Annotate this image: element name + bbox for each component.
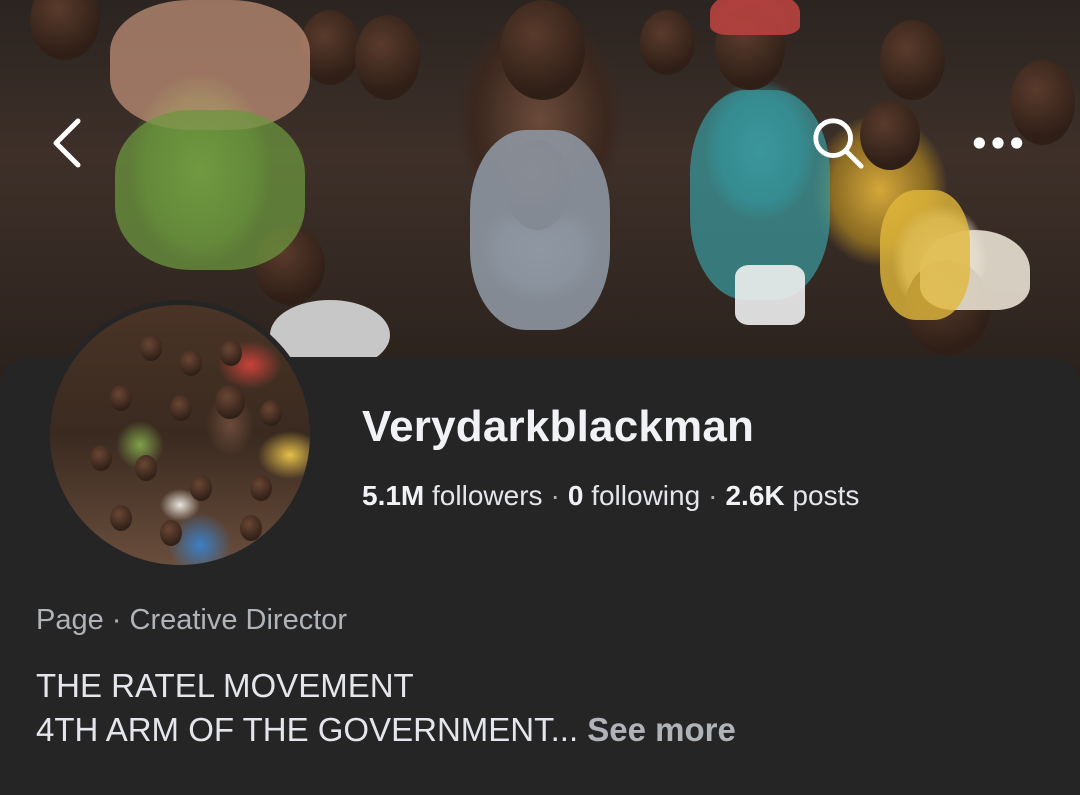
see-more-link[interactable]: See more — [587, 711, 736, 748]
more-horizontal-icon[interactable] — [970, 115, 1026, 171]
page-category: Page · Creative Director — [36, 604, 348, 636]
profile-stats: 5.1M followers · 0 following · 2.6K posts — [362, 480, 859, 512]
search-icon[interactable] — [810, 115, 866, 171]
posts-label: posts — [792, 480, 860, 511]
chevron-left-icon[interactable] — [40, 115, 96, 171]
bio-line: 4TH ARM OF THE GOVERNMENT... — [36, 711, 579, 748]
bio-line: THE RATEL MOVEMENT — [36, 667, 414, 704]
following-count: 0 — [567, 480, 584, 511]
bio-line-with-more: 4TH ARM OF THE GOVERNMENT... See more — [36, 708, 736, 752]
stats-separator: · — [550, 480, 560, 511]
following-stat[interactable]: 0 following — [568, 480, 700, 511]
page-bio: THE RATEL MOVEMENT 4TH ARM OF THE GOVERN… — [36, 664, 736, 752]
posts-stat[interactable]: 2.6K posts — [725, 480, 859, 511]
following-label: following — [591, 480, 701, 511]
followers-stat[interactable]: 5.1M followers — [362, 480, 543, 511]
posts-count: 2.6K — [725, 480, 785, 511]
profile-avatar[interactable] — [45, 300, 315, 570]
followers-count: 5.1M — [362, 480, 425, 511]
page-name: Verydarkblackman — [362, 402, 755, 451]
stats-separator: · — [708, 480, 718, 511]
followers-label: followers — [432, 480, 543, 511]
